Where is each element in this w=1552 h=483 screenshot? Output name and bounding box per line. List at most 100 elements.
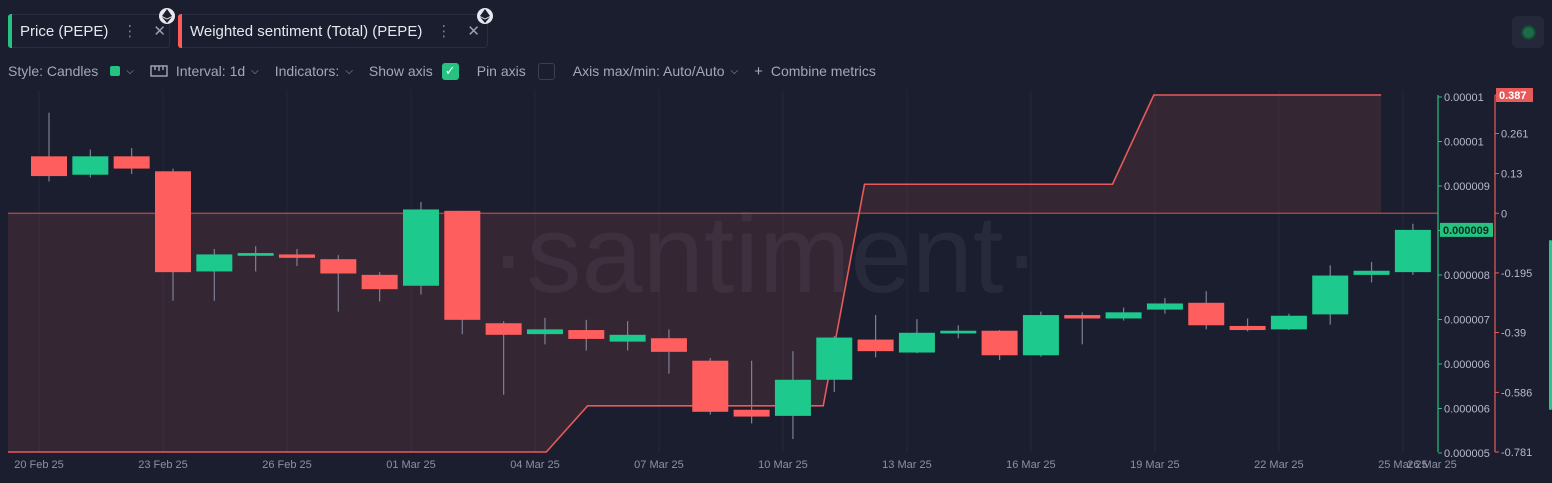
- x-axis-tick-label: 26 Mar 25: [1407, 459, 1457, 471]
- ruler-icon: [150, 65, 168, 77]
- ethereum-icon: [159, 8, 175, 24]
- price-axis-tick-label: 0.000009: [1444, 181, 1490, 193]
- candle-body: [113, 156, 150, 169]
- price-current-badge: [1440, 222, 1493, 237]
- candle-body: [568, 330, 605, 339]
- price-axis-tick-label: 0.000008: [1444, 226, 1490, 238]
- candle-body: [1229, 325, 1266, 331]
- price-axis-tick-label: 0.000005: [1444, 448, 1490, 460]
- candle-body: [857, 339, 894, 352]
- axis-minmax-label: Axis max/min: Auto/Auto: [572, 63, 725, 79]
- sentiment-axis-tick-label: -0.781: [1501, 447, 1532, 459]
- price-color-bar: [8, 14, 12, 48]
- sentiment-axis-tick-label: -0.195: [1501, 268, 1532, 280]
- x-axis-tick-label: 26 Feb 25: [262, 459, 312, 471]
- x-axis-tick-label: 23 Feb 25: [138, 459, 188, 471]
- candle-body: [940, 330, 977, 334]
- price-axis-tick-label: 0.00001: [1444, 137, 1484, 149]
- x-axis-tick-label: 20 Feb 25: [14, 459, 64, 471]
- chevron-down-icon: ⌵: [251, 65, 259, 77]
- sentiment-axis-tick-label: -0.586: [1501, 387, 1532, 399]
- candle-body: [1105, 312, 1142, 319]
- tab-price-menu-icon[interactable]: ⋮: [122, 22, 137, 40]
- chart-toolbar: Style: Candles ⌵ Interval: 1d ⌵ Indicato…: [8, 60, 892, 82]
- sentiment-series: [8, 94, 1438, 453]
- indicators-dropdown[interactable]: Indicators: ⌵: [275, 63, 353, 79]
- candle-body: [526, 329, 563, 335]
- style-label: Style: Candles: [8, 63, 99, 79]
- tab-sentiment-close-icon[interactable]: ✕: [467, 22, 480, 40]
- tab-price-label: Price (PEPE): [20, 22, 109, 40]
- interval-dropdown[interactable]: Interval: 1d ⌵: [150, 63, 259, 79]
- tab-weighted-sentiment[interactable]: Weighted sentiment (Total) (PEPE) ⋮ ✕: [178, 14, 488, 48]
- candle-body: [31, 156, 67, 177]
- sentiment-color-bar: [178, 14, 182, 48]
- x-axis: 20 Feb 25 23 Feb 25 26 Feb 25 01 Mar 25 04 M…: [14, 459, 1457, 471]
- price-axis: 0.000010.000010.0000090.0000080.0000080.…: [1437, 92, 1493, 460]
- x-axis-tick-label: 19 Mar 25: [1130, 459, 1180, 471]
- x-axis-tick-label: 01 Mar 25: [386, 459, 436, 471]
- price-axis-tick-label: 0.00001: [1444, 92, 1484, 104]
- candle-body: [1064, 315, 1101, 319]
- santiment-watermark: ·santiment·: [490, 193, 1040, 316]
- chevron-down-icon: ⌵: [730, 65, 739, 77]
- candle-body: [609, 334, 646, 342]
- x-axis-tick-label: 25 Mar 25: [1378, 459, 1428, 471]
- sentiment-line: [8, 94, 1382, 453]
- style-dropdown[interactable]: Style: Candles ⌵: [8, 63, 134, 79]
- price-axis-tick-label: 0.000007: [1444, 315, 1490, 327]
- sentiment-current-label: 0.387: [1499, 90, 1527, 102]
- x-axis-tick-label: 04 Mar 25: [510, 459, 560, 471]
- grid-lines: [38, 90, 1404, 452]
- sentiment-axis-tick-label: 0: [1501, 208, 1507, 220]
- candle-body: [485, 323, 522, 335]
- show-axis-toggle[interactable]: Show axis ✓: [369, 62, 459, 80]
- price-axis-tick-label: 0.000006: [1444, 359, 1490, 371]
- candle-body: [444, 210, 481, 320]
- candle-body: [816, 337, 853, 380]
- candle-body: [898, 332, 935, 353]
- x-axis-tick-label: 07 Mar 25: [634, 459, 684, 471]
- sentiment-axis: 0.261 0.13 0 -0.195 -0.39 -0.586 -0.781 0.387: [1494, 88, 1533, 459]
- sentiment-axis-tick-label: -0.39: [1501, 327, 1526, 339]
- candle-body: [981, 330, 1018, 356]
- ethereum-icon: [477, 8, 493, 24]
- x-axis-tick-label: 16 Mar 25: [1006, 459, 1056, 471]
- candle-body: [361, 274, 398, 290]
- sentiment-area: [8, 95, 1382, 452]
- price-candles: [31, 112, 1431, 440]
- chevron-down-icon: ⌵: [345, 65, 353, 77]
- axis-minmax-dropdown[interactable]: Axis max/min: Auto/Auto ⌵: [573, 63, 738, 79]
- price-current-label: 0.000009: [1443, 225, 1489, 237]
- candle-body: [154, 171, 191, 273]
- sentiment-current-badge: [1496, 88, 1533, 102]
- x-axis-tick-label: 10 Mar 25: [758, 459, 808, 471]
- status-indicator[interactable]: [1512, 16, 1544, 48]
- candle-body: [1270, 315, 1307, 330]
- price-axis-tick-label: 0.000008: [1444, 270, 1490, 282]
- pin-axis-label: Pin axis: [476, 63, 526, 79]
- combine-metrics-label: Combine metrics: [770, 63, 876, 79]
- candle-body: [774, 379, 811, 416]
- candle-body: [1188, 302, 1225, 326]
- tab-sentiment-label: Weighted sentiment (Total) (PEPE): [190, 22, 423, 40]
- candle-body: [1312, 275, 1349, 315]
- tab-price-pepe[interactable]: Price (PEPE) ⋮ ✕: [8, 14, 170, 48]
- show-axis-checkbox[interactable]: ✓: [441, 62, 459, 80]
- x-axis-tick-label: 22 Mar 25: [1254, 459, 1304, 471]
- plus-icon: +: [754, 62, 763, 80]
- status-dot-icon: [1520, 24, 1536, 40]
- candle-body: [1146, 303, 1183, 310]
- tab-price-close-icon[interactable]: ✕: [153, 22, 166, 40]
- candle-body: [237, 253, 274, 256]
- combine-metrics-button[interactable]: + Combine metrics: [754, 63, 876, 80]
- candle-body: [320, 259, 357, 274]
- candle-body: [1394, 229, 1431, 273]
- candle-body: [733, 409, 770, 417]
- pin-axis-toggle[interactable]: Pin axis: [476, 62, 555, 80]
- price-axis-tick-label: 0.000006: [1444, 404, 1490, 416]
- color-swatch-icon[interactable]: [110, 66, 121, 76]
- tab-sentiment-menu-icon[interactable]: ⋮: [436, 22, 451, 40]
- pin-axis-checkbox[interactable]: [537, 62, 555, 80]
- sentiment-axis-tick-label: 0.13: [1501, 169, 1522, 181]
